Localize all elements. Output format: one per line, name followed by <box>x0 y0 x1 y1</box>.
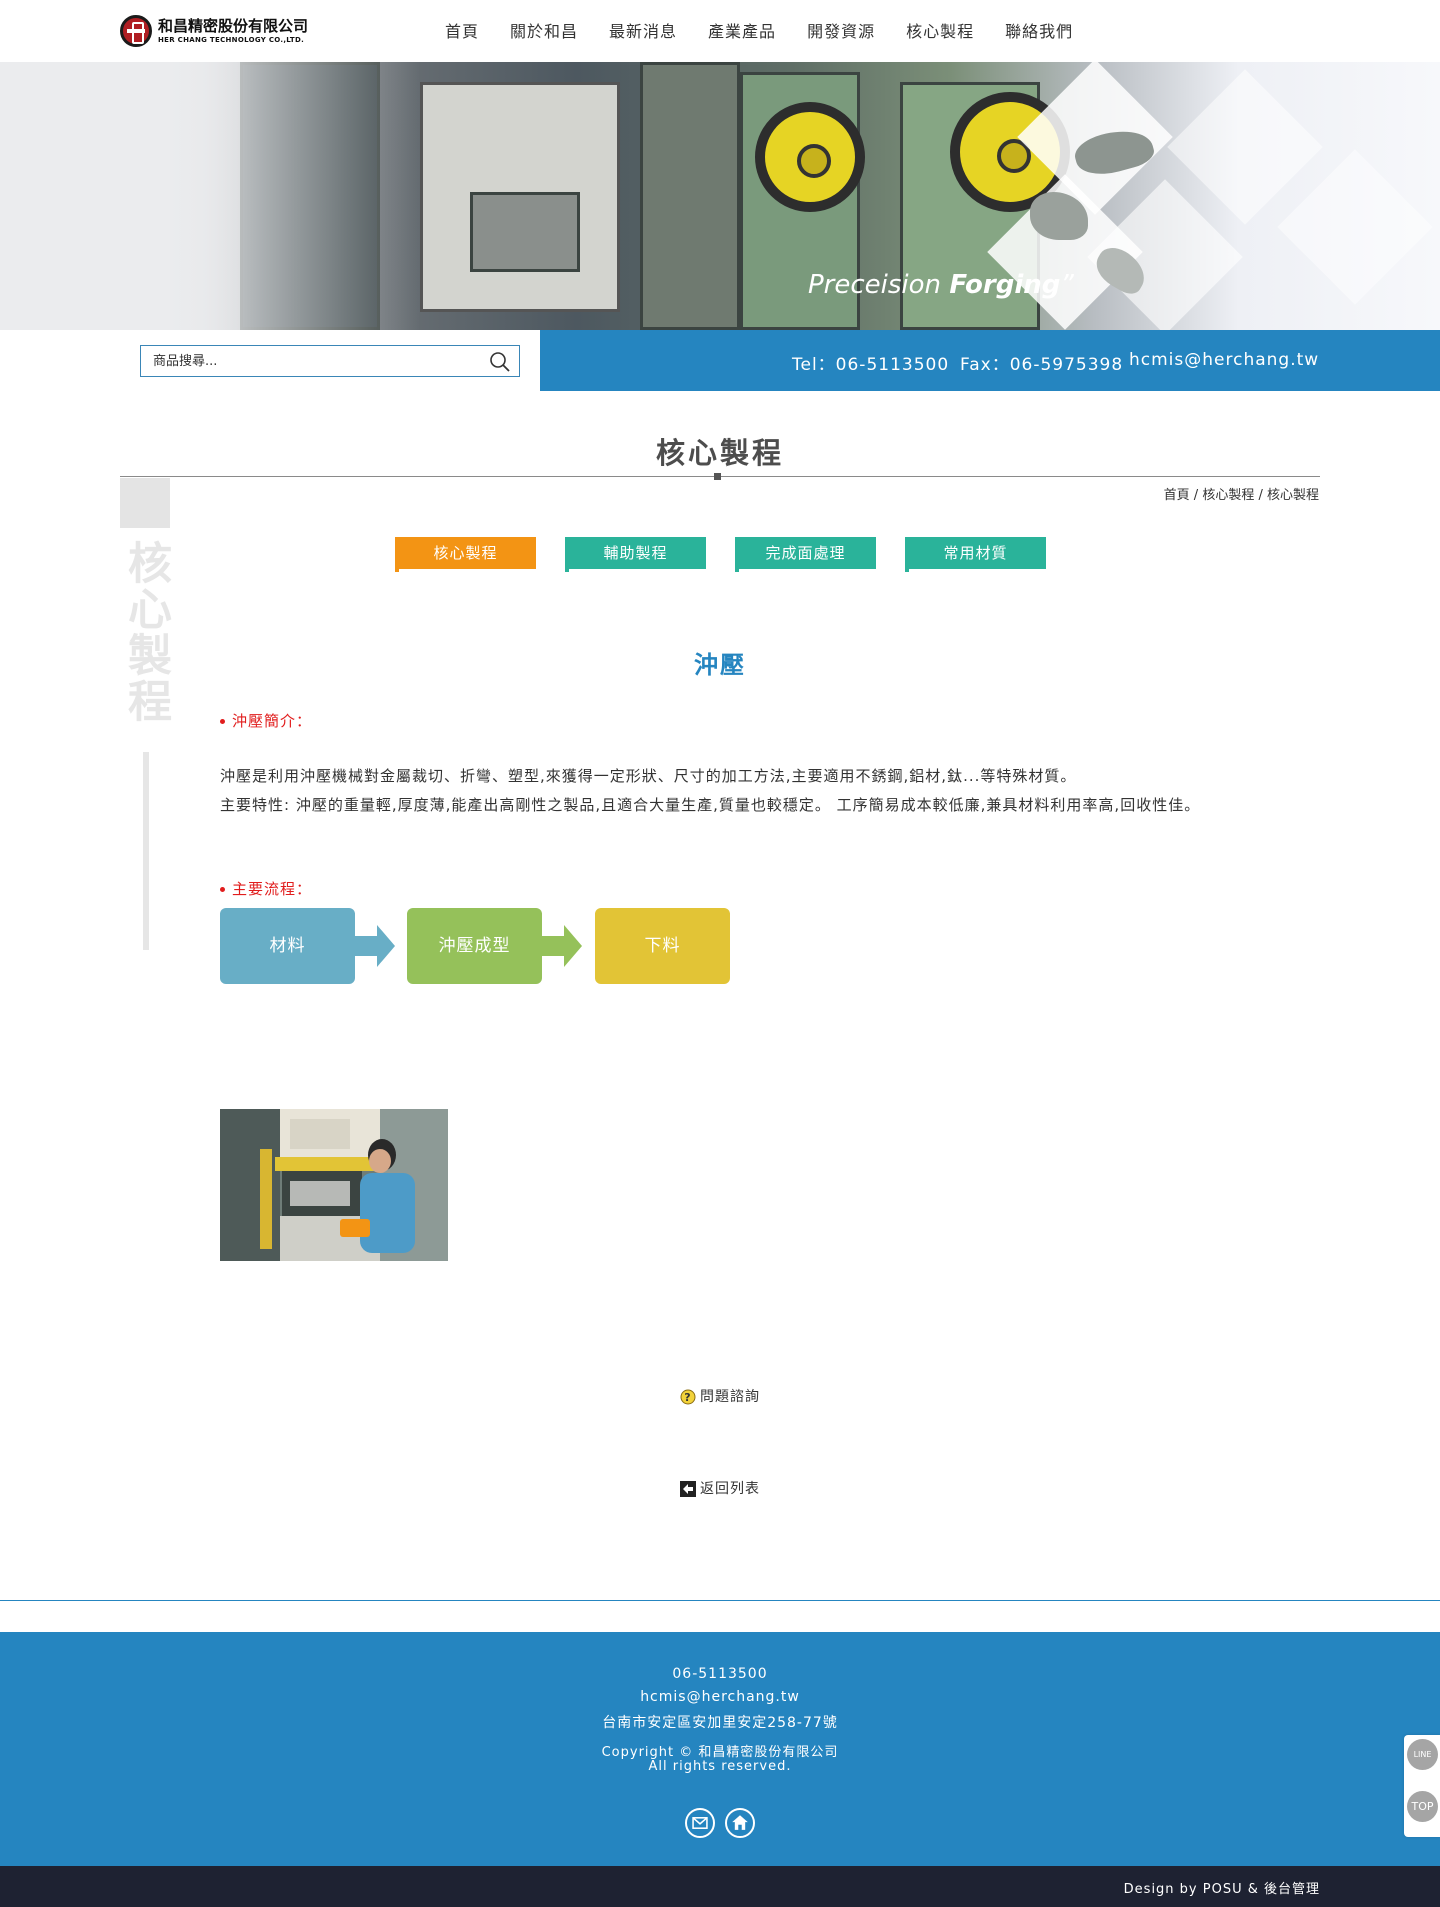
section-title: 沖壓 <box>694 651 746 679</box>
flow-arrow-icon <box>355 925 395 967</box>
nav-item-process[interactable]: 核心製程 <box>906 18 974 42</box>
svg-text:?: ? <box>684 1391 691 1404</box>
contact-bar: Tel：06-5113500 Fax：06-5975398 hcmis@herc… <box>540 330 1440 391</box>
back-arrow-icon <box>680 1481 696 1497</box>
nav-item-resources[interactable]: 開發資源 <box>807 18 875 42</box>
footer-address: 台南市安定區安加里安定258-77號 <box>602 1715 838 1731</box>
logo-name-en: HER CHANG TECHNOLOGY CO.,LTD. <box>158 35 305 44</box>
logo-name-cn: 和昌精密股份有限公司 <box>158 16 309 35</box>
side-vertical-title: 核心製程 <box>120 540 171 724</box>
tab-auxiliary-process[interactable]: 輔助製程 <box>565 537 706 572</box>
intro-text: 沖壓是利用沖壓機械對金屬裁切、折彎、塑型,來獲得一定形狀、尺寸的加工方法,主要適… <box>220 762 1220 820</box>
banner-slogan: Preceision Forging” <box>808 270 1074 300</box>
top-label: TOP <box>1411 1800 1434 1813</box>
nav-item-contact[interactable]: 聯絡我們 <box>1005 18 1073 42</box>
site-header: 和昌精密股份有限公司 HER CHANG TECHNOLOGY CO.,LTD.… <box>0 0 1440 62</box>
search-icon[interactable] <box>489 351 511 373</box>
breadcrumb-level1[interactable]: 核心製程 <box>1202 488 1254 503</box>
flow-step-blanking: 下料 <box>595 908 730 984</box>
side-deco-block <box>120 478 170 528</box>
product-search <box>140 345 520 377</box>
footer-rights: All rights reserved. <box>648 1759 792 1774</box>
features-paragraph: 主要特性: 沖壓的重量輕,厚度薄,能產出高剛性之製品,且適合大量生產,質量也較穩… <box>220 796 1201 814</box>
mail-icon[interactable] <box>685 1808 715 1838</box>
question-icon: ? <box>680 1389 696 1405</box>
footer-divider <box>0 1600 1440 1601</box>
side-deco-line <box>143 752 149 950</box>
flow-step-stamping: 沖壓成型 <box>407 908 542 984</box>
intro-label: 沖壓簡介： <box>220 710 312 731</box>
floating-side-panel: LINE TOP <box>1404 1735 1440 1837</box>
logo-icon <box>120 15 152 47</box>
flow-step-material: 材料 <box>220 908 355 984</box>
banner-press-machine <box>640 62 740 330</box>
nav-item-about[interactable]: 關於和昌 <box>510 18 578 42</box>
hero-banner: Preceision Forging” <box>0 62 1440 330</box>
flow-arrow-icon <box>542 925 582 967</box>
banner-fade <box>0 62 420 330</box>
company-logo[interactable]: 和昌精密股份有限公司 HER CHANG TECHNOLOGY CO.,LTD. <box>120 14 308 48</box>
footer-email[interactable]: hcmis@herchang.tw <box>0 1689 1440 1705</box>
tab-surface-finish[interactable]: 完成面處理 <box>735 537 876 572</box>
footer-copyright: Copyright © 和昌精密股份有限公司 <box>601 1745 839 1760</box>
back-to-list-link[interactable]: 返回列表 <box>0 1478 1440 1498</box>
breadcrumb-separator: / <box>1254 488 1267 503</box>
search-input[interactable] <box>141 346 471 376</box>
banner-diamond <box>1277 149 1433 305</box>
flow-label: 主要流程： <box>220 878 312 899</box>
breadcrumb-home[interactable]: 首頁 <box>1164 488 1190 503</box>
tab-core-process[interactable]: 核心製程 <box>395 537 536 572</box>
contact-fax: Fax：06-5975398 <box>960 355 1124 375</box>
title-divider-dot <box>714 473 721 480</box>
main-nav: 首頁 關於和昌 最新消息 產業產品 開發資源 核心製程 聯絡我們 <box>445 18 1104 42</box>
home-icon[interactable] <box>725 1808 755 1838</box>
stamping-photo <box>220 1109 448 1261</box>
bullet-dot <box>220 887 225 892</box>
design-credit[interactable]: Design by POSU & 後台管理 <box>1124 1878 1320 1897</box>
line-label: LINE <box>1413 1750 1432 1759</box>
banner-press-machine <box>470 192 580 272</box>
breadcrumb-separator: / <box>1189 488 1203 503</box>
contact-tel: Tel：06-5113500 <box>792 355 950 375</box>
breadcrumb: 首頁 / 核心製程 / 核心製程 <box>1164 484 1319 503</box>
tab-common-materials[interactable]: 常用材質 <box>905 537 1046 572</box>
bullet-dot <box>220 719 225 724</box>
nav-item-news[interactable]: 最新消息 <box>609 18 677 42</box>
page-title: 核心製程 <box>655 436 784 470</box>
banner-diamond <box>1167 69 1323 225</box>
intro-paragraph: 沖壓是利用沖壓機械對金屬裁切、折彎、塑型,來獲得一定形狀、尺寸的加工方法,主要適… <box>220 767 1077 785</box>
line-share-button[interactable]: LINE <box>1407 1739 1438 1770</box>
banner-flywheel <box>755 102 865 212</box>
nav-item-products[interactable]: 產業產品 <box>708 18 776 42</box>
bottom-bar: Design by POSU & 後台管理 <box>0 1866 1440 1907</box>
footer-phone: 06-5113500 <box>672 1666 768 1682</box>
stamping-photo-graphic <box>220 1109 448 1261</box>
breadcrumb-current: 核心製程 <box>1266 488 1319 503</box>
inquiry-link[interactable]: ? 問題諮詢 <box>0 1386 1440 1406</box>
back-to-top-button[interactable]: TOP <box>1407 1791 1438 1822</box>
nav-item-home[interactable]: 首頁 <box>445 18 479 42</box>
contact-email[interactable]: hcmis@herchang.tw <box>1129 350 1319 370</box>
site-footer: 06-5113500 hcmis@herchang.tw 台南市安定區安加里安定… <box>0 1632 1440 1866</box>
